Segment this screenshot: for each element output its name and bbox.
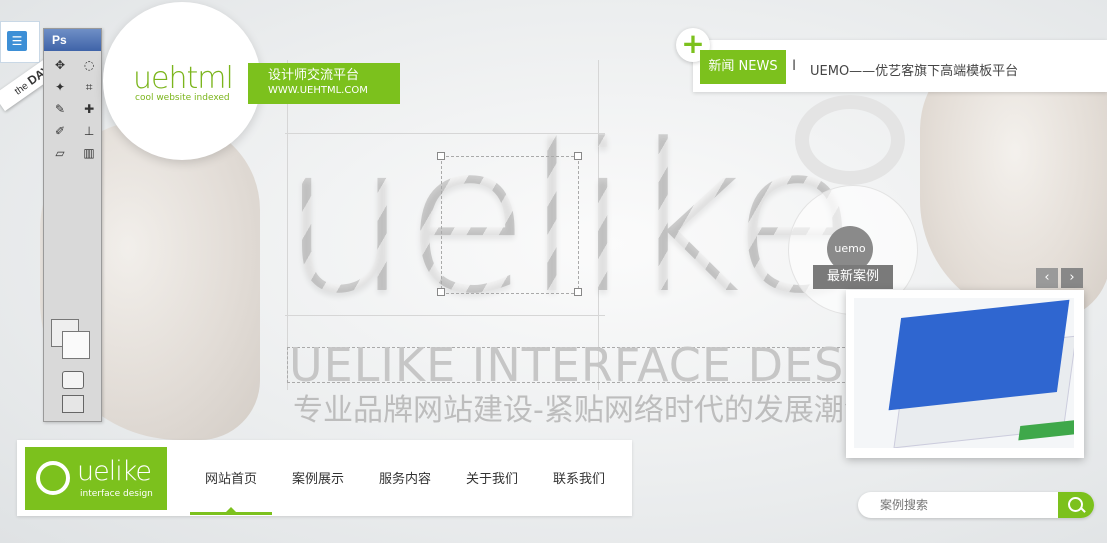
photoshop-toolbar: Ps ✥ ◌ ✦ ⌗ ✎ ✚ ✐ ⊥ ▱ ▥ [43,28,102,422]
hero-headline-cn: 专业品牌网站建设-紧贴网络时代的发展潮流 [293,393,853,428]
screen-mode-icon [62,395,84,413]
uehtml-slogan[interactable]: 设计师交流平台 WWW.UEHTML.COM [248,63,400,104]
hero-banner: uelike UELIKE INTERFACE DESIGN 专业品牌网站建设-… [0,0,1107,543]
transform-handle [574,288,582,296]
background-color-swatch [62,331,90,359]
selection-box [441,156,579,294]
prev-case-button[interactable]: ‹ [1036,268,1058,288]
case-image [854,298,1074,448]
brush-icon: ✐ [54,124,66,138]
brand-name: uelike [77,456,152,487]
search-button[interactable] [1058,492,1094,518]
text-cursor-icon: Ⅰ [792,58,797,74]
uehtml-logo[interactable]: uehtml [133,64,234,94]
nav-contact[interactable]: 联系我们 [539,455,619,515]
gradient-icon: ▥ [83,146,95,160]
ring-ornament [795,95,905,185]
wand-icon: ✦ [54,80,66,94]
nav-about[interactable]: 关于我们 [452,455,532,515]
next-case-button[interactable]: › [1061,268,1083,288]
list-icon: ☰ [7,31,27,51]
search-input[interactable] [880,496,1050,514]
crop-icon: ⌗ [85,80,93,94]
ps-logo: Ps [44,29,101,51]
search-icon [1068,497,1083,512]
case-search [858,492,1094,518]
case-thumbnail[interactable] [846,290,1084,458]
hero-headline-en: UELIKE INTERFACE DESIGN [289,338,854,392]
slogan-url: WWW.UEHTML.COM [268,85,368,96]
eyedropper-icon: ✎ [54,102,66,116]
uehtml-tagline: cool website indexed [135,93,230,103]
nav-home[interactable]: 网站首页 [190,455,272,515]
brand-sub: interface design [80,489,153,499]
uelike-logo-icon [36,461,70,495]
quick-mask-icon [62,371,84,389]
transform-handle [437,288,445,296]
nav-cases[interactable]: 案例展示 [278,455,358,515]
uelike-logo[interactable]: uelike interface design [25,447,167,510]
move-icon: ✥ [54,58,66,72]
news-label[interactable]: 新闻 NEWS [700,50,786,84]
lasso-icon: ◌ [83,58,95,72]
eraser-icon: ▱ [55,146,65,160]
transform-handle [574,152,582,160]
stamp-icon: ⊥ [83,124,95,138]
news-item-link[interactable]: UEMO——优艺客旗下高端模板平台 [810,60,1018,79]
transform-handle [437,152,445,160]
heal-icon: ✚ [84,102,95,116]
latest-cases-label[interactable]: 最新案例 [813,265,893,289]
slogan-cn: 设计师交流平台 [268,68,360,83]
nav-services[interactable]: 服务内容 [365,455,445,515]
menu-button[interactable]: ☰ [0,21,40,63]
